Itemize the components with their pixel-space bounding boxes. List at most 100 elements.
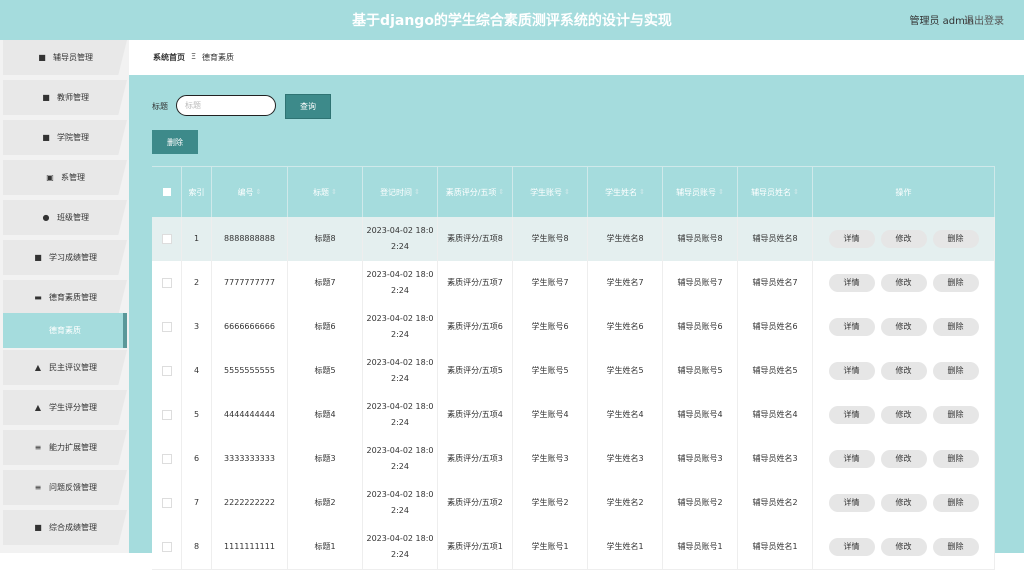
sidebar-item[interactable]: ■ 辅导员管理: [3, 40, 127, 75]
detail-button[interactable]: 详情: [828, 450, 875, 468]
sidebar-item[interactable]: ▲ 民主评议管理: [3, 350, 127, 385]
sidebar-item[interactable]: ● 班级管理: [3, 200, 127, 235]
table-cell: 学生姓名6: [588, 305, 663, 349]
location-icon: ●: [42, 213, 50, 222]
time-line: 2:24: [391, 330, 409, 339]
time-line: 2023-04-02 18:0: [366, 226, 434, 235]
column-header[interactable]: 学生姓名 ⇕: [588, 167, 663, 217]
sidebar-item-label: 问题反馈管理: [49, 483, 97, 492]
column-header[interactable]: 编号 ⇕: [212, 167, 288, 217]
sort-icon: ⇕: [564, 187, 570, 196]
breadcrumb-home[interactable]: 系统首页: [153, 52, 185, 63]
edit-button[interactable]: 修改: [880, 538, 927, 556]
row-checkbox[interactable]: [152, 525, 182, 569]
sidebar-item-label: 民主评议管理: [49, 363, 97, 372]
row-checkbox[interactable]: [152, 393, 182, 437]
table-cell: 4: [182, 349, 212, 393]
column-header: 索引: [182, 167, 212, 217]
table-row: 1 8888888888 标题8 2023-04-02 18:0 2:24 素质评分/五项…: [152, 217, 995, 262]
table-cell: 素质评分/五项7: [438, 261, 513, 305]
edit-button[interactable]: 修改: [880, 274, 927, 292]
table-cell: 2023-04-02 18:0 2:24: [363, 525, 438, 569]
delete-button[interactable]: 删除: [932, 450, 979, 468]
time-line: 2023-04-02 18:0: [366, 490, 434, 499]
column-header[interactable]: 登记时间 ⇕: [363, 167, 438, 217]
sidebar-item[interactable]: ■ 综合成绩管理: [3, 510, 127, 545]
detail-button[interactable]: 详情: [828, 274, 875, 292]
detail-button[interactable]: 详情: [828, 362, 875, 380]
sidebar-item-label: 德育素质: [49, 326, 81, 335]
delete-button[interactable]: 删除: [932, 230, 979, 248]
row-checkbox[interactable]: [152, 261, 182, 305]
delete-button[interactable]: 删除: [932, 362, 979, 380]
search-label: 标题: [152, 102, 168, 111]
row-actions: 详情 修改 删除: [813, 393, 995, 437]
table-cell: 2222222222: [212, 481, 288, 525]
column-header[interactable]: 学生账号 ⇕: [513, 167, 588, 217]
delete-button[interactable]: 删除: [932, 494, 979, 512]
time-line: 2023-04-02 18:0: [366, 446, 434, 455]
delete-button[interactable]: 删除: [932, 538, 979, 556]
sidebar-item[interactable]: ≡ 能力扩展管理: [3, 430, 127, 465]
delete-button[interactable]: 删除: [932, 318, 979, 336]
table-cell: 辅导员账号4: [663, 393, 738, 437]
batch-delete-button[interactable]: 删除: [152, 130, 198, 154]
row-checkbox[interactable]: [152, 481, 182, 525]
detail-button[interactable]: 详情: [828, 538, 875, 556]
sidebar-item[interactable]: ▬ 德育素质管理: [3, 280, 127, 315]
row-checkbox[interactable]: [152, 437, 182, 481]
time-line: 2:24: [391, 462, 409, 471]
edit-button[interactable]: 修改: [880, 406, 927, 424]
sort-icon: ⇕: [718, 187, 724, 196]
table-cell: 素质评分/五项8: [438, 217, 513, 261]
logout-link[interactable]: 退出登录: [964, 12, 1004, 27]
table-cell: 标题6: [288, 305, 363, 349]
sidebar-item[interactable]: ▲ 学生评分管理: [3, 390, 127, 425]
detail-button[interactable]: 详情: [828, 230, 875, 248]
edit-button[interactable]: 修改: [880, 362, 927, 380]
column-header[interactable]: 素质评分/五项 ⇕: [438, 167, 513, 217]
sidebar-item-label: 班级管理: [57, 213, 89, 222]
table-cell: 学生账号6: [513, 305, 588, 349]
detail-button[interactable]: 详情: [828, 494, 875, 512]
row-checkbox[interactable]: [152, 349, 182, 393]
sidebar-item[interactable]: 德育素质: [3, 313, 127, 348]
sidebar-item[interactable]: ■ 学院管理: [3, 120, 127, 155]
column-header[interactable]: 辅导员姓名 ⇕: [738, 167, 813, 217]
table-cell: 6: [182, 437, 212, 481]
title-search-input[interactable]: [176, 95, 276, 116]
table-cell: 辅导员账号6: [663, 305, 738, 349]
query-button[interactable]: 查询: [285, 94, 331, 119]
select-all-checkbox[interactable]: [152, 167, 182, 217]
table-cell: 学生姓名5: [588, 349, 663, 393]
sidebar-item[interactable]: ▣ 系管理: [3, 160, 127, 195]
delete-button[interactable]: 删除: [932, 274, 979, 292]
edit-button[interactable]: 修改: [880, 450, 927, 468]
table-cell: 辅导员账号5: [663, 349, 738, 393]
time-line: 2023-04-02 18:0: [366, 534, 434, 543]
row-checkbox[interactable]: [152, 217, 182, 261]
time-line: 2:24: [391, 506, 409, 515]
sidebar-item[interactable]: ■ 学习成绩管理: [3, 240, 127, 275]
sidebar-item-label: 辅导员管理: [53, 53, 93, 62]
table-cell: 5555555555: [212, 349, 288, 393]
column-header-label: 操作: [895, 187, 912, 197]
grid-icon: ■: [42, 133, 50, 142]
sidebar-item[interactable]: ■ 教师管理: [3, 80, 127, 115]
person-icon: ▲: [34, 403, 42, 412]
table-cell: 5: [182, 393, 212, 437]
table-cell: 标题8: [288, 217, 363, 261]
detail-button[interactable]: 详情: [828, 406, 875, 424]
delete-button[interactable]: 删除: [932, 406, 979, 424]
column-header[interactable]: 标题 ⇕: [288, 167, 363, 217]
time-line: 2:24: [391, 374, 409, 383]
sidebar-item[interactable]: ≡ 问题反馈管理: [3, 470, 127, 505]
column-header[interactable]: 辅导员账号 ⇕: [663, 167, 738, 217]
table-cell: 标题5: [288, 349, 363, 393]
edit-button[interactable]: 修改: [880, 494, 927, 512]
edit-button[interactable]: 修改: [880, 318, 927, 336]
detail-button[interactable]: 详情: [828, 318, 875, 336]
row-checkbox[interactable]: [152, 305, 182, 349]
edit-button[interactable]: 修改: [880, 230, 927, 248]
table-cell: 标题4: [288, 393, 363, 437]
